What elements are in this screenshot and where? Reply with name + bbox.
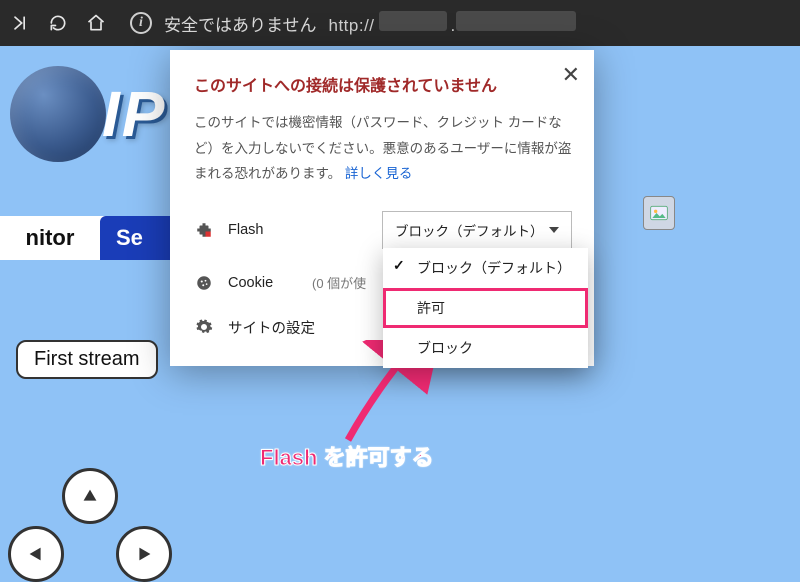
browser-toolbar: i 安全ではありません http://. — [0, 0, 800, 46]
flash-selected-value: ブロック（デフォルト） — [395, 220, 544, 240]
picture-icon[interactable] — [643, 196, 675, 230]
dpad-left-button[interactable] — [8, 526, 64, 582]
option-block-default[interactable]: ブロック（デフォルト） — [383, 248, 588, 288]
dpad-up-button[interactable] — [62, 468, 118, 524]
logo-text: IP — [102, 77, 166, 151]
popup-body: このサイトでは機密情報（パスワード、クレジット カードなど）を入力しないでくださ… — [194, 110, 572, 187]
site-logo: IP — [10, 66, 166, 162]
flash-permission-select[interactable]: ブロック（デフォルト） ブロック（デフォルト） 許可 ブロック — [382, 211, 572, 249]
globe-icon — [10, 66, 106, 162]
reload-icon[interactable] — [48, 13, 68, 33]
url-bar[interactable]: i 安全ではありません http://. — [124, 11, 790, 36]
not-secure-label: 安全ではありません — [164, 11, 317, 36]
tab-monitor[interactable]: nitor — [0, 216, 100, 260]
chevron-down-icon — [549, 227, 559, 233]
option-block[interactable]: ブロック — [383, 328, 588, 368]
cookie-icon — [194, 273, 214, 293]
close-icon[interactable]: ✕ — [562, 62, 580, 88]
cookie-label: Cookie — [228, 275, 298, 291]
cookie-count-sub: (0 個が使 — [312, 273, 366, 292]
plugin-icon — [194, 220, 214, 240]
home-icon[interactable] — [86, 13, 106, 33]
permission-row-flash: Flash ブロック（デフォルト） ブロック（デフォルト） 許可 ブロック — [194, 211, 572, 249]
popup-title: このサイトへの接続は保護されていません — [194, 72, 572, 96]
flash-label: Flash — [228, 222, 298, 238]
flash-permission-dropdown: ブロック（デフォルト） 許可 ブロック — [383, 248, 588, 368]
site-info-icon[interactable]: i — [130, 12, 152, 34]
dpad-right-button[interactable] — [116, 526, 172, 582]
gear-icon — [194, 317, 214, 337]
site-info-popup: ✕ このサイトへの接続は保護されていません このサイトでは機密情報（パスワード、… — [170, 50, 594, 366]
first-stream-button[interactable]: First stream — [16, 340, 158, 379]
learn-more-link[interactable]: 詳しく見る — [345, 166, 413, 181]
option-allow[interactable]: 許可 — [383, 288, 588, 328]
skip-icon[interactable] — [10, 13, 30, 33]
url-text: http://. — [329, 11, 576, 36]
annotation-text: Flash を許可する — [260, 440, 434, 472]
